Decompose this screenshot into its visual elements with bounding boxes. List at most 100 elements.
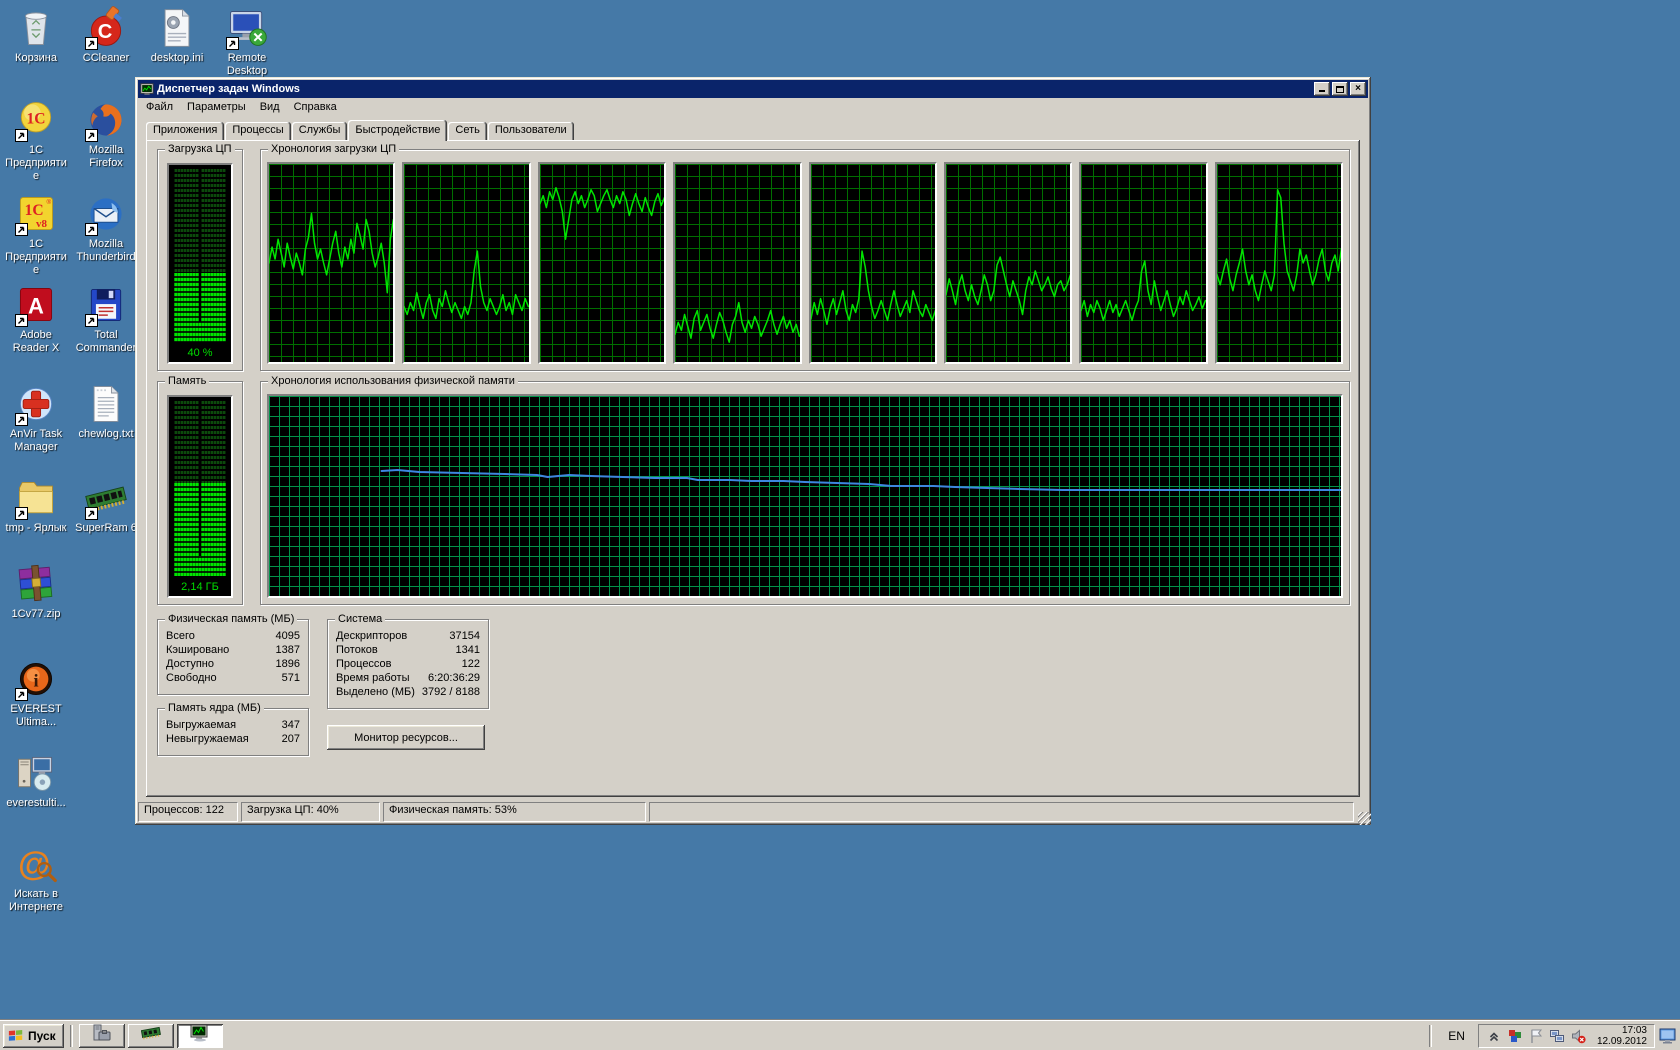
shortcut-arrow-icon (85, 129, 98, 142)
stat-label: Всего (166, 629, 195, 643)
window-titlebar[interactable]: Диспетчер задач Windows × (138, 80, 1368, 98)
desktop-icon-winrar-zip[interactable]: 1Cv77.zip (3, 562, 69, 621)
desktop-icon-firefox[interactable]: Mozilla Firefox (73, 98, 139, 170)
stat-value: 122 (462, 657, 480, 671)
desktop-icon-onec-v8[interactable]: 1Сv8®1С Предприятие (3, 192, 69, 277)
shortcut-arrow-icon (15, 507, 28, 520)
total-commander-icon (84, 283, 128, 327)
close-icon: × (1355, 84, 1361, 94)
menu-item[interactable]: Вид (253, 100, 287, 114)
system-tray: EN 17:03 12.09.2012 (1426, 1024, 1677, 1048)
chevron-up-icon[interactable] (1486, 1028, 1502, 1044)
stat-label: Дескрипторов (336, 629, 407, 643)
kernel-memory-group-label: Память ядра (МБ) (165, 702, 264, 714)
windows-logo-icon (8, 1029, 24, 1042)
stat-row: Всего4095 (160, 629, 306, 643)
menu-item[interactable]: Файл (139, 100, 180, 114)
tray-clock[interactable]: 17:03 12.09.2012 (1591, 1025, 1647, 1047)
desktop-icon-label: CCleaner (73, 52, 139, 65)
shortcut-arrow-icon (15, 314, 28, 327)
desktop-icon-anvir[interactable]: AnVir Task Manager (3, 382, 69, 454)
stat-row: Время работы6:20:36:29 (330, 671, 486, 685)
desktop-icon-label: Искать в Интернете (3, 888, 69, 914)
svg-text:v8: v8 (36, 218, 48, 230)
stat-value: 571 (282, 671, 300, 685)
adobe-reader-icon: A (14, 283, 58, 327)
window-title: Диспетчер задач Windows (157, 83, 300, 95)
desktop-icon-thunderbird[interactable]: Mozilla Thunderbird (73, 192, 139, 264)
stat-row: Потоков1341 (330, 643, 486, 657)
stat-label: Выделено (МБ) (336, 685, 415, 699)
cpu-history-panel-8 (1215, 162, 1343, 364)
desktop-icon-folder[interactable]: tmp - Ярлык (3, 476, 69, 535)
shortcut-arrow-icon (15, 413, 28, 426)
desktop-icon-remote-desktop[interactable]: Remote Desktop (214, 6, 280, 78)
stat-value: 207 (282, 732, 300, 746)
stat-value: 1387 (276, 643, 300, 657)
desktop-icon-onec-round[interactable]: 1С1С Предприятие (3, 98, 69, 183)
tab-active[interactable]: Быстродействие (348, 120, 447, 141)
tab[interactable]: Приложения (146, 122, 224, 140)
kernel-memory-group: Память ядра (МБ) Выгружаемая347Невыгружа… (157, 708, 309, 756)
desktop-icon-adobe-reader[interactable]: AAdobe Reader X (3, 283, 69, 355)
close-button[interactable]: × (1350, 82, 1366, 96)
cpu-usage-group-label: Загрузка ЦП (165, 143, 235, 155)
cpu-history-graphs (267, 162, 1343, 364)
network-icon[interactable] (1549, 1028, 1565, 1044)
taskbar-button-tools[interactable] (79, 1024, 125, 1048)
stat-label: Выгружаемая (166, 718, 236, 732)
menu-item[interactable]: Справка (287, 100, 344, 114)
stats-left-column: Физическая память (МБ) Всего4095Кэширова… (157, 619, 309, 756)
language-indicator[interactable]: EN (1439, 1029, 1474, 1043)
desktop-icon-total-commander[interactable]: Total Commander (73, 283, 139, 355)
tab[interactable]: Сеть (448, 122, 486, 140)
show-desktop-button[interactable] (1659, 1028, 1677, 1044)
volume-muted-icon[interactable] (1570, 1028, 1586, 1044)
cpu-history-panel-6 (944, 162, 1072, 364)
stat-label: Невыгружаемая (166, 732, 249, 746)
desktop-icon-txt-file[interactable]: chewlog.txt (73, 382, 139, 441)
desktop-icon-everest[interactable]: iEVEREST Ultima... (3, 657, 69, 729)
taskbar-button-ram[interactable] (128, 1024, 174, 1048)
onec-v8-icon: 1Сv8® (14, 192, 58, 236)
desktop-icon-label: Mozilla Firefox (73, 144, 139, 170)
taskbar-button-taskmgr[interactable] (177, 1024, 223, 1048)
resize-grip[interactable] (1358, 812, 1371, 825)
show-desktop-icon (1659, 1028, 1677, 1044)
desktop-icon-everest-setup[interactable]: everestulti... (3, 751, 69, 810)
start-button[interactable]: Пуск (3, 1024, 64, 1048)
txt-file-icon (84, 382, 128, 426)
maximize-icon (1336, 86, 1344, 93)
memory-history-graph (267, 394, 1343, 598)
app-colors-icon[interactable] (1507, 1028, 1523, 1044)
desktop-icon-search-at[interactable]: @Искать в Интернете (3, 842, 69, 914)
desktop-icon-ini-file[interactable]: desktop.ini (144, 6, 210, 65)
cpu-history-panel-7 (1079, 162, 1207, 364)
stat-value: 347 (282, 718, 300, 732)
minimize-button[interactable] (1314, 82, 1330, 96)
tab[interactable]: Пользователи (488, 122, 574, 140)
memory-gauge-divider (199, 401, 201, 556)
menu-item[interactable]: Параметры (180, 100, 253, 114)
memory-history-group: Хронология использования физической памя… (260, 381, 1350, 605)
desktop-icon-ccleaner[interactable]: C CCleaner (73, 6, 139, 65)
svg-text:C: C (98, 21, 113, 43)
task-manager-window: Диспетчер задач Windows × ФайлПараметрыВ… (135, 77, 1371, 825)
svg-text:®: ® (46, 198, 51, 206)
desktop-icon-recycle-bin[interactable]: Корзина (3, 6, 69, 65)
search-at-icon: @ (14, 842, 58, 886)
stat-label: Свободно (166, 671, 217, 685)
onec-round-icon: 1С (14, 98, 58, 142)
task-buttons (79, 1024, 223, 1048)
stat-row: Процессов122 (330, 657, 486, 671)
resource-monitor-button[interactable]: Монитор ресурсов... (327, 725, 485, 750)
kernel-memory-rows: Выгружаемая 347 Невыгружаемая 207 (160, 718, 306, 746)
tab[interactable]: Службы (292, 122, 348, 140)
flag-icon[interactable] (1528, 1028, 1544, 1044)
anvir-icon (14, 382, 58, 426)
desktop-icon-ram[interactable]: SuperRam 6 (73, 476, 139, 535)
status-section (649, 802, 1354, 822)
maximize-button[interactable] (1332, 82, 1348, 96)
tab[interactable]: Процессы (225, 122, 290, 140)
tray-icons (1486, 1028, 1586, 1044)
